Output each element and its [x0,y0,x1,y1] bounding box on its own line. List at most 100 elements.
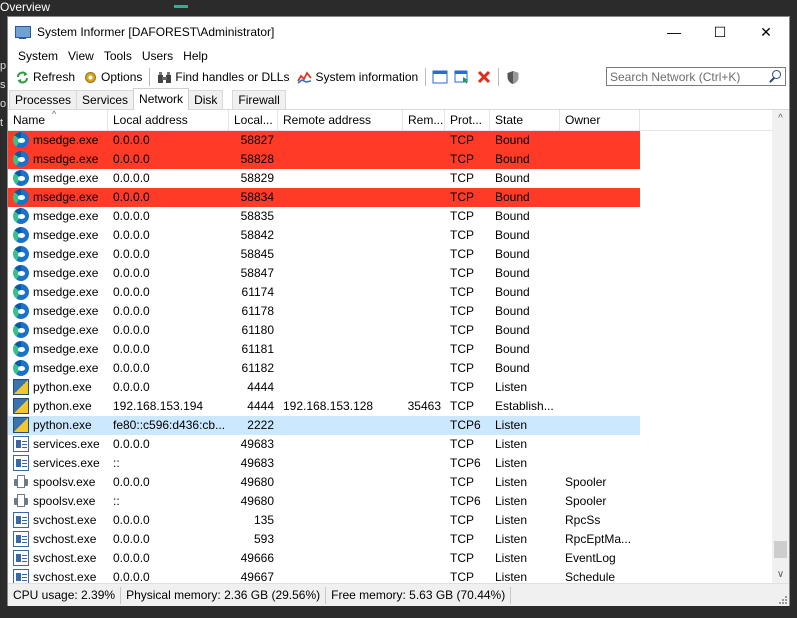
table-row[interactable]: svchost.exe 0.0.0.0 49666 TCP Listen EventLog [8,549,772,568]
table-row[interactable]: msedge.exe 0.0.0.0 58842 TCP Bound [8,226,772,245]
shield-button[interactable] [502,66,524,88]
vertical-scrollbar[interactable]: ^ ∨ [772,110,789,583]
table-row[interactable]: python.exe 192.168.153.194 4444 192.168.153… [8,397,772,416]
table-row[interactable]: msedge.exe 0.0.0.0 61181 TCP Bound [8,340,772,359]
table-row[interactable]: msedge.exe 0.0.0.0 61178 TCP Bound [8,302,772,321]
tab-processes[interactable]: Processes [9,90,78,109]
status-bar: CPU usage: 2.39% Physical memory: 2.36 G… [8,583,789,606]
table-row[interactable]: msedge.exe 0.0.0.0 58829 TCP Bound [8,169,772,188]
remote-port-cell [403,568,445,583]
search-icon[interactable] [767,69,783,85]
process-name: svchost.exe [33,513,97,527]
protocol-cell: TCP [450,399,474,413]
window-icon-button[interactable] [429,66,451,88]
remote-port-cell [403,150,445,169]
tab-strip: Processes Services Network Disk Firewall [8,88,789,110]
edge-icon [13,283,29,300]
column-header-remote-port[interactable]: Rem... [403,110,445,130]
table-row[interactable]: msedge.exe 0.0.0.0 61180 TCP Bound [8,321,772,340]
remote-address-cell [278,283,403,302]
maximize-button[interactable]: ☐ [697,17,743,47]
refresh-button[interactable]: Refresh [11,66,79,88]
table-row[interactable]: python.exe fe80::c596:d436:cb... 2222 TCP6 L… [8,416,772,435]
column-header-protocol[interactable]: Prot... [445,110,490,130]
menu-help[interactable]: Help [178,49,213,63]
local-address-cell: 0.0.0.0 [113,361,150,375]
scroll-down-icon[interactable]: ∨ [772,569,789,580]
column-header-local-address[interactable]: Local address [108,110,229,130]
owner-cell [560,454,640,473]
process-name: msedge.exe [33,323,99,337]
table-row[interactable]: msedge.exe 0.0.0.0 58835 TCP Bound [8,207,772,226]
table-row[interactable]: msedge.exe 0.0.0.0 58828 TCP Bound [8,150,772,169]
owner-cell [560,207,640,226]
local-address-cell: 0.0.0.0 [113,228,150,242]
table-row[interactable]: services.exe:: 49683 TCP6 Listen [8,454,772,473]
owner-cell [560,302,640,321]
menu-users[interactable]: Users [137,49,178,63]
tab-services[interactable]: Services [76,90,135,109]
remote-port-cell [403,283,445,302]
search-box [606,67,786,86]
menu-tools[interactable]: Tools [99,49,137,63]
scrollbar-thumb[interactable] [774,541,787,558]
tab-disk[interactable]: Disk [188,90,224,109]
table-row[interactable]: msedge.exe 0.0.0.0 61174 TCP Bound [8,283,772,302]
system-information-label: System information [315,70,419,84]
physical-memory-status: Physical memory: 2.36 GB (29.56%) [121,586,327,604]
close-button[interactable]: ✕ [743,17,789,47]
local-port-cell: 61180 [241,323,274,337]
table-row[interactable]: spoolsv.exe:: 49680 TCP6 Listen Spooler [8,492,772,511]
table-body: msedge.exe 0.0.0.0 58827 TCP Bound msedge.exe… [8,131,772,583]
protocol-cell: TCP [450,209,474,223]
options-button[interactable]: Options [79,66,146,88]
local-address-cell: 0.0.0.0 [113,304,150,318]
protocol-cell: TCP [450,513,474,527]
process-name-cell: msedge.exe [8,302,108,321]
column-header-remote-address[interactable]: Remote address [278,110,403,130]
table-row[interactable]: msedge.exe 0.0.0.0 58834 TCP Bound [8,188,772,207]
shield-icon [507,70,519,84]
search-network-input[interactable] [607,68,767,85]
menu-system[interactable]: System [13,49,63,63]
find-handles-button[interactable]: Find handles or DLLs [153,66,293,88]
process-name-cell: svchost.exe [8,549,108,568]
minimize-button[interactable]: — [651,17,697,47]
terminate-button[interactable] [473,66,495,88]
local-address-cell: 192.168.153.194 [113,399,204,413]
table-row[interactable]: msedge.exe 0.0.0.0 58845 TCP Bound [8,245,772,264]
column-header-owner[interactable]: Owner [560,110,640,130]
table-row[interactable]: msedge.exe 0.0.0.0 58847 TCP Bound [8,264,772,283]
state-cell: Bound [490,188,560,207]
table-row[interactable]: msedge.exe 0.0.0.0 61182 TCP Bound [8,359,772,378]
column-header-local-port[interactable]: Local... [229,110,278,130]
process-name: svchost.exe [33,532,97,546]
find-window-button[interactable] [451,66,473,88]
column-header-state[interactable]: State [490,110,560,130]
table-row[interactable]: services.exe 0.0.0.0 49683 TCP Listen [8,435,772,454]
title-bar[interactable]: System Informer [DAFOREST\Administrator]… [8,17,789,47]
column-header-name[interactable]: ^ Name [8,110,108,130]
table-row[interactable]: svchost.exe 0.0.0.0 49667 TCP Listen Schedule [8,568,772,583]
tab-network[interactable]: Network [133,88,190,110]
tab-firewall[interactable]: Firewall [232,90,286,109]
table-row[interactable]: svchost.exe 0.0.0.0 593 TCP Listen RpcEptMa..… [8,530,772,549]
owner-cell: Spooler [565,494,607,508]
remote-port-cell [403,169,445,188]
table-row[interactable]: python.exe 0.0.0.0 4444 TCP Listen [8,378,772,397]
protocol-cell: TCP [450,361,474,375]
process-name: msedge.exe [33,190,99,204]
local-port-cell: 58842 [240,228,274,242]
menu-view[interactable]: View [63,49,99,63]
system-information-button[interactable]: System information [293,66,422,88]
state-cell: Bound [495,342,530,356]
table-row[interactable]: msedge.exe 0.0.0.0 58827 TCP Bound [8,131,772,150]
scroll-up-icon[interactable]: ^ [772,113,789,124]
remote-address-cell [278,169,403,188]
remote-address-cell [278,473,403,492]
table-row[interactable]: svchost.exe 0.0.0.0 135 TCP Listen RpcSs [8,511,772,530]
table-row[interactable]: spoolsv.exe 0.0.0.0 49680 TCP Listen Spooler [8,473,772,492]
state-cell: Listen [495,475,528,489]
resize-grip-icon[interactable] [777,594,787,604]
remote-port-cell [403,264,445,283]
